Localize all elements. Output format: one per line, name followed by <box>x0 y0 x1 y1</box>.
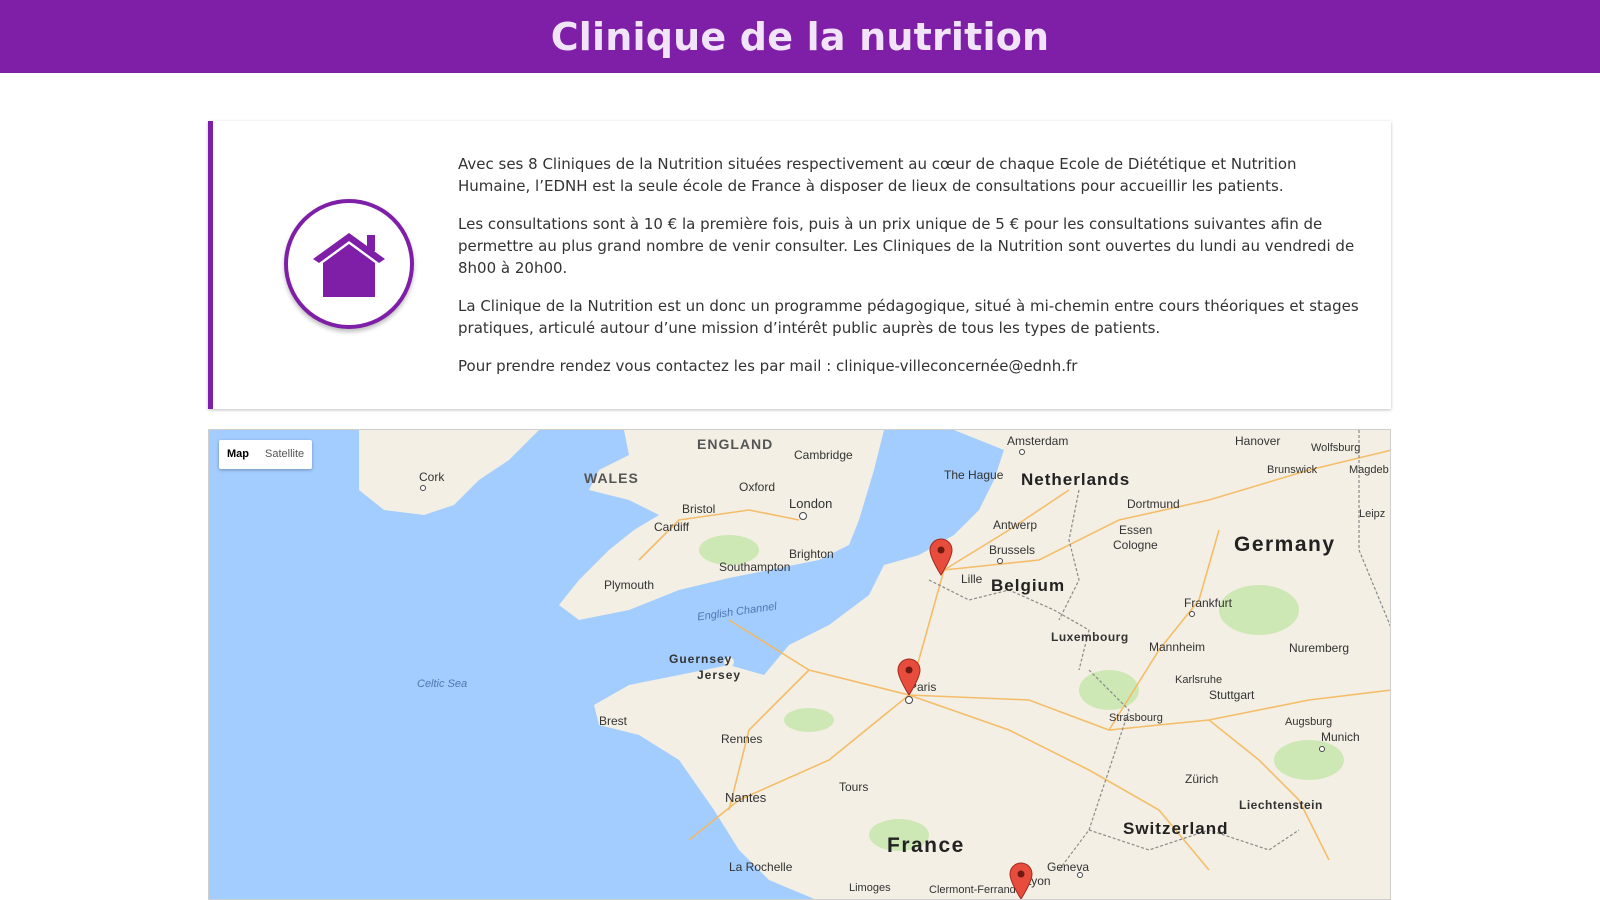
satellite-view-button[interactable]: Satellite <box>257 440 312 469</box>
map-label-cork: Cork <box>419 470 445 484</box>
city-dot-amsterdam <box>1019 449 1025 455</box>
map-label-lille: Lille <box>961 572 983 586</box>
map-label-wolfsburg: Wolfsburg <box>1311 442 1361 454</box>
map-label-stuttgart: Stuttgart <box>1209 688 1255 702</box>
map-label-switzerland: Switzerland <box>1123 819 1229 838</box>
map-label-amsterdam: Amsterdam <box>1007 434 1069 448</box>
map-label-essen: Essen <box>1119 523 1153 537</box>
house-icon <box>313 233 385 297</box>
map-label-the-hague: The Hague <box>944 468 1004 482</box>
map-label-strasbourg: Strasbourg <box>1109 712 1163 724</box>
city-dot-munich <box>1319 746 1325 752</box>
map-label-augsburg: Augsburg <box>1285 716 1333 728</box>
clinic-map[interactable]: Map Satellite ENGLAND WALES Cork Cambrid… <box>208 429 1391 900</box>
map-label-nuremberg: Nuremberg <box>1289 641 1350 655</box>
map-label-oxford: Oxford <box>739 480 776 494</box>
city-dot-brussels <box>997 558 1003 564</box>
page-title: Clinique de la nutrition <box>550 14 1050 59</box>
city-dot-frankfurt <box>1189 611 1195 617</box>
map-label-bristol: Bristol <box>682 502 716 516</box>
house-icon-circle <box>284 199 414 329</box>
map-label-jersey: Jersey <box>697 668 742 682</box>
city-dot-london <box>799 512 807 520</box>
map-pin-icon <box>1009 862 1033 899</box>
clinic-info-card: Avec ses 8 Cliniques de la Nutrition sit… <box>208 121 1391 409</box>
map-label-london: London <box>789 496 833 511</box>
paragraph-program: La Clinique de la Nutrition est un donc … <box>458 297 1359 337</box>
map-label-celtic-sea: Celtic Sea <box>417 678 468 690</box>
map-label-la-rochelle: La Rochelle <box>729 860 793 874</box>
map-label-southampton: Southampton <box>719 560 791 574</box>
map-label-liechtenstein: Liechtenstein <box>1239 798 1323 812</box>
map-label-france: France <box>887 834 965 857</box>
map-label-luxembourg: Luxembourg <box>1051 630 1129 644</box>
map-label-belgium: Belgium <box>991 576 1066 595</box>
map-label-nantes: Nantes <box>725 790 767 805</box>
map-marker-paris[interactable] <box>897 658 921 700</box>
map-label-wales: WALES <box>584 470 639 486</box>
map-label-brussels: Brussels <box>989 543 1036 557</box>
map-label-dortmund: Dortmund <box>1127 497 1180 511</box>
map-label-germany: Germany <box>1234 533 1336 556</box>
map-label-antwerp: Antwerp <box>993 518 1038 532</box>
map-type-control: Map Satellite <box>219 440 313 469</box>
paragraph-intro: Avec ses 8 Cliniques de la Nutrition sit… <box>458 155 1297 195</box>
map-label-geneva: Geneva <box>1047 860 1090 874</box>
map-label-tours: Tours <box>839 780 869 794</box>
map-label-england: ENGLAND <box>697 436 774 452</box>
map-label-brunswick: Brunswick <box>1267 464 1318 476</box>
map-label-limoges: Limoges <box>849 882 891 894</box>
map-view-button[interactable]: Map <box>219 440 257 469</box>
map-label-zurich: Zürich <box>1185 772 1219 786</box>
map-label-karlsruhe: Karlsruhe <box>1175 674 1223 686</box>
map-label-brest: Brest <box>599 714 628 728</box>
map-label-magdeburg: Magdeb <box>1349 464 1389 476</box>
map-label-munich: Munich <box>1321 730 1360 744</box>
map-label-rennes: Rennes <box>721 732 763 746</box>
map-label-clermont: Clermont-Ferrand <box>929 884 1016 896</box>
map-label-cologne: Cologne <box>1113 538 1158 552</box>
map-pin-icon <box>897 658 921 696</box>
paragraph-contact: Pour prendre rendez vous contactez les p… <box>458 357 1078 375</box>
map-label-guernsey: Guernsey <box>669 652 733 666</box>
paragraph-pricing: Les consultations sont à 10 € la premièr… <box>458 215 1355 277</box>
header-bar: Clinique de la nutrition <box>0 0 1600 73</box>
map-label-plymouth: Plymouth <box>604 578 655 592</box>
map-label-brighton: Brighton <box>789 547 834 561</box>
map-label-leipzig: Leipz <box>1359 508 1386 520</box>
map-label-frankfurt: Frankfurt <box>1184 596 1233 610</box>
map-label-cambridge: Cambridge <box>794 448 853 462</box>
clinic-description: Avec ses 8 Cliniques de la Nutrition sit… <box>458 153 1363 393</box>
map-pin-icon <box>929 538 953 576</box>
map-marker-lyon[interactable] <box>1009 862 1033 899</box>
map-label-cardiff: Cardiff <box>654 520 690 534</box>
city-dot-cork <box>420 485 426 491</box>
map-label-hanover: Hanover <box>1235 434 1281 448</box>
city-dot-geneva <box>1077 872 1083 878</box>
map-label-netherlands: Netherlands <box>1021 470 1131 489</box>
map-label-mannheim: Mannheim <box>1149 640 1206 654</box>
map-marker-lille[interactable] <box>929 538 953 580</box>
